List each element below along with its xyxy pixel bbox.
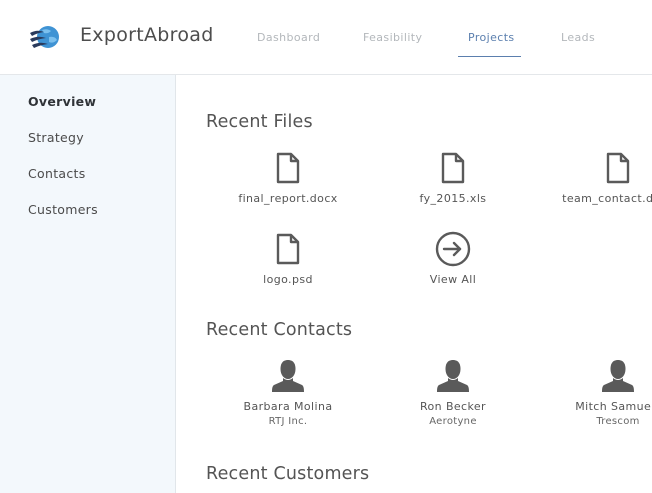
file-icon — [441, 152, 465, 184]
contact-company: RTJ Inc. — [268, 416, 308, 427]
globe-logo-icon[interactable] — [28, 24, 62, 52]
contact-card[interactable]: Barbara Molina RTJ Inc. — [213, 358, 363, 427]
tab-feasibility[interactable]: Feasibility — [363, 31, 422, 44]
contact-name: Mitch Samuels — [575, 400, 652, 413]
file-logo-psd[interactable]: logo.psd — [213, 233, 363, 286]
contact-company: Aerotyne — [429, 416, 477, 427]
file-name: team_contact.docx — [562, 192, 652, 205]
file-team-contact[interactable]: team_contact.docx — [543, 152, 652, 205]
file-icon — [276, 152, 300, 184]
tab-leads[interactable]: Leads — [561, 31, 595, 44]
tab-dashboard[interactable]: Dashboard — [257, 31, 320, 44]
sidebar: Overview Strategy Contacts Customers — [0, 75, 176, 493]
file-icon — [606, 152, 630, 184]
app-name: ExportAbroad — [80, 24, 214, 46]
contact-name: Barbara Molina — [243, 400, 333, 413]
view-all-files-button[interactable]: View All — [378, 231, 528, 286]
contact-card[interactable]: Mitch Samuels Trescom — [543, 358, 652, 427]
arrow-circle-right-icon — [435, 231, 471, 267]
recent-contacts-title: Recent Contacts — [206, 320, 353, 340]
tab-projects[interactable]: Projects — [468, 31, 515, 44]
sidebar-item-strategy[interactable]: Strategy — [28, 130, 84, 145]
sidebar-item-customers[interactable]: Customers — [28, 202, 98, 217]
person-icon — [272, 360, 304, 392]
file-fy-2015[interactable]: fy_2015.xls — [378, 152, 528, 205]
sidebar-item-contacts[interactable]: Contacts — [28, 166, 86, 181]
sidebar-item-overview[interactable]: Overview — [28, 94, 96, 109]
top-header: ExportAbroad Dashboard Feasibility Proje… — [0, 0, 652, 75]
file-final-report[interactable]: final_report.docx — [213, 152, 363, 205]
person-icon — [602, 360, 634, 392]
file-name: logo.psd — [263, 273, 313, 286]
file-icon — [276, 233, 300, 265]
recent-files-title: Recent Files — [206, 112, 313, 132]
person-icon — [437, 360, 469, 392]
view-all-label: View All — [429, 273, 477, 286]
contact-company: Trescom — [596, 416, 640, 427]
contact-name: Ron Becker — [420, 400, 486, 413]
contact-card[interactable]: Ron Becker Aerotyne — [378, 358, 528, 427]
active-tab-indicator — [458, 56, 521, 57]
file-name: final_report.docx — [238, 192, 338, 205]
recent-customers-title: Recent Customers — [206, 464, 370, 484]
file-name: fy_2015.xls — [419, 192, 487, 205]
